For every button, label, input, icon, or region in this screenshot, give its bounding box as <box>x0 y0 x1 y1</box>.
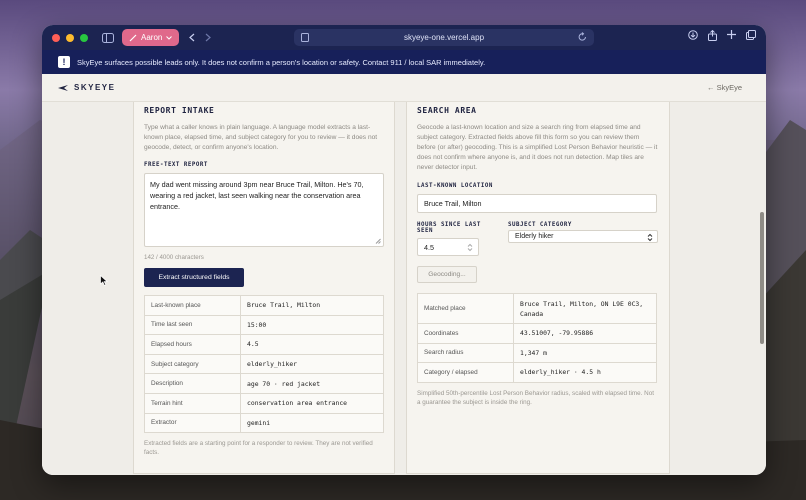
field-label: Description <box>144 373 241 394</box>
app-header: SKYEYE ← SkyEye <box>42 74 766 102</box>
stepper-arrows-icon[interactable] <box>467 243 473 252</box>
hours-value: 4.5 <box>424 242 434 252</box>
download-icon[interactable] <box>688 30 698 40</box>
result-label: Coordinates <box>417 323 514 344</box>
location-label: LAST-KNOWN LOCATION <box>417 183 493 189</box>
page-scrollbar[interactable] <box>760 212 764 344</box>
hours-label: HOURS SINCE LAST SEEN <box>417 222 481 234</box>
minimize-window-button[interactable] <box>66 33 74 42</box>
intake-description: Type what a caller knows in plain langua… <box>144 124 378 151</box>
resize-grip-icon[interactable] <box>375 238 381 244</box>
browser-toolbar: Aaron skyeye-one.vercel.app <box>42 25 766 50</box>
app-logo[interactable]: SKYEYE <box>58 83 115 92</box>
tab-overview-icon[interactable] <box>746 30 756 40</box>
field-value: 15:00 <box>240 314 384 336</box>
table-row: Subject category elderly_hiker <box>144 353 384 375</box>
hours-group: HOURS SINCE LAST SEEN 4.5 <box>417 222 500 256</box>
report-intake-panel: REPORT INTAKE Type what a caller knows i… <box>133 102 395 474</box>
reload-icon[interactable] <box>578 32 587 42</box>
hours-category-row: HOURS SINCE LAST SEEN 4.5 SUBJECT CATEGO… <box>417 222 659 256</box>
table-row: Category / elapsed elderly_hiker · 4.5 h <box>417 362 657 383</box>
page-icon <box>301 33 309 42</box>
profile-label: Aaron <box>141 33 163 42</box>
table-row: Description age 70 · red jacket <box>144 373 384 394</box>
field-label: Time last seen <box>144 314 241 336</box>
address-bar[interactable]: skyeye-one.vercel.app <box>294 29 594 46</box>
window-controls <box>52 33 88 42</box>
char-count: 142 / 4000 characters <box>144 254 204 261</box>
result-label: Search radius <box>417 342 514 364</box>
select-arrows-icon <box>647 233 653 242</box>
freetext-label: FREE-TEXT REPORT <box>144 162 208 168</box>
new-tab-icon[interactable] <box>727 30 736 39</box>
safety-banner: ! SkyEye surfaces possible leads only. I… <box>42 50 766 74</box>
wand-icon <box>129 34 137 41</box>
field-label: Subject category <box>144 353 241 375</box>
profile-button[interactable]: Aaron <box>122 29 180 46</box>
field-value: Bruce Trail, Milton <box>240 295 384 316</box>
search-results-table: Matched place Bruce Trail, Milton, ON L9E… <box>417 293 657 383</box>
field-label: Last-known place <box>144 295 241 316</box>
close-window-button[interactable] <box>52 33 60 42</box>
table-row: Last-known place Bruce Trail, Milton <box>144 295 384 316</box>
location-input[interactable]: Bruce Trail, Milton <box>417 194 657 213</box>
table-row: Search radius 1,347 m <box>417 342 657 364</box>
result-value: 43.51007, -79.95886 <box>513 323 657 344</box>
category-label: SUBJECT CATEGORY <box>508 222 572 228</box>
browser-window: Aaron skyeye-one.vercel.app ! SkyEye sur… <box>42 25 766 475</box>
result-value: elderly_hiker · 4.5 h <box>513 362 657 383</box>
toolbar-right <box>688 30 756 41</box>
back-to-skyeye-link[interactable]: ← SkyEye <box>707 83 742 92</box>
field-label: Extractor <box>144 412 241 434</box>
field-value: age 70 · red jacket <box>240 373 384 394</box>
plane-icon <box>58 84 68 91</box>
banner-text: SkyEye surfaces possible leads only. It … <box>77 57 486 67</box>
intake-footnote: Extracted fields are a starting point fo… <box>144 440 373 457</box>
sidebar-toggle-icon[interactable] <box>102 32 114 43</box>
result-label: Category / elapsed <box>417 362 514 383</box>
field-value: 4.5 <box>240 334 384 355</box>
chevron-down-icon <box>166 35 173 40</box>
extracted-fields-table: Last-known place Bruce Trail, Milton Time… <box>144 295 384 434</box>
report-text: My dad went missing around 3pm near Bruc… <box>150 180 364 211</box>
field-label: Elapsed hours <box>144 334 241 355</box>
geocode-button[interactable]: Geocoding... <box>417 266 477 283</box>
field-label: Terrain hint <box>144 392 241 414</box>
share-icon[interactable] <box>708 30 717 41</box>
category-group: SUBJECT CATEGORY Elderly hiker <box>508 222 658 256</box>
back-nav-icon[interactable] <box>189 33 195 42</box>
field-value: conservation area entrance <box>240 392 384 414</box>
zoom-window-button[interactable] <box>80 33 88 42</box>
table-row: Elapsed hours 4.5 <box>144 334 384 355</box>
search-description: Geocode a last-known location and size a… <box>417 124 658 171</box>
result-value: 1,347 m <box>513 342 657 364</box>
search-area-panel: SEARCH AREA Geocode a last-known locatio… <box>406 102 670 474</box>
table-row: Coordinates 43.51007, -79.95886 <box>417 323 657 344</box>
table-row: Matched place Bruce Trail, Milton, ON L9E… <box>417 293 657 324</box>
extract-fields-button[interactable]: Extract structured fields <box>144 268 244 287</box>
location-value: Bruce Trail, Milton <box>424 199 482 208</box>
table-row: Time last seen 15:00 <box>144 314 384 336</box>
result-value: Bruce Trail, Milton, ON L9E 0C3, Canada <box>513 293 657 324</box>
app-name: SKYEYE <box>74 83 116 92</box>
address-url: skyeye-one.vercel.app <box>403 33 485 42</box>
search-title: SEARCH AREA <box>417 106 477 115</box>
main-content: REPORT INTAKE Type what a caller knows i… <box>42 102 766 475</box>
field-value: elderly_hiker <box>240 353 384 375</box>
table-row: Extractor gemini <box>144 412 384 434</box>
result-label: Matched place <box>417 293 514 324</box>
category-value: Elderly hiker <box>515 233 554 240</box>
field-value: gemini <box>240 412 384 434</box>
warning-icon: ! <box>58 56 70 68</box>
hours-stepper[interactable]: 4.5 <box>417 238 479 256</box>
mouse-pointer-icon <box>100 275 108 286</box>
forward-nav-icon[interactable] <box>205 33 212 42</box>
search-footnote: Simplified 50th-percentile Lost Person B… <box>417 389 654 406</box>
table-row: Terrain hint conservation area entrance <box>144 392 384 414</box>
category-select[interactable]: Elderly hiker <box>508 230 658 243</box>
report-textarea[interactable]: My dad went missing around 3pm near Bruc… <box>144 173 384 247</box>
intake-title: REPORT INTAKE <box>144 106 215 115</box>
